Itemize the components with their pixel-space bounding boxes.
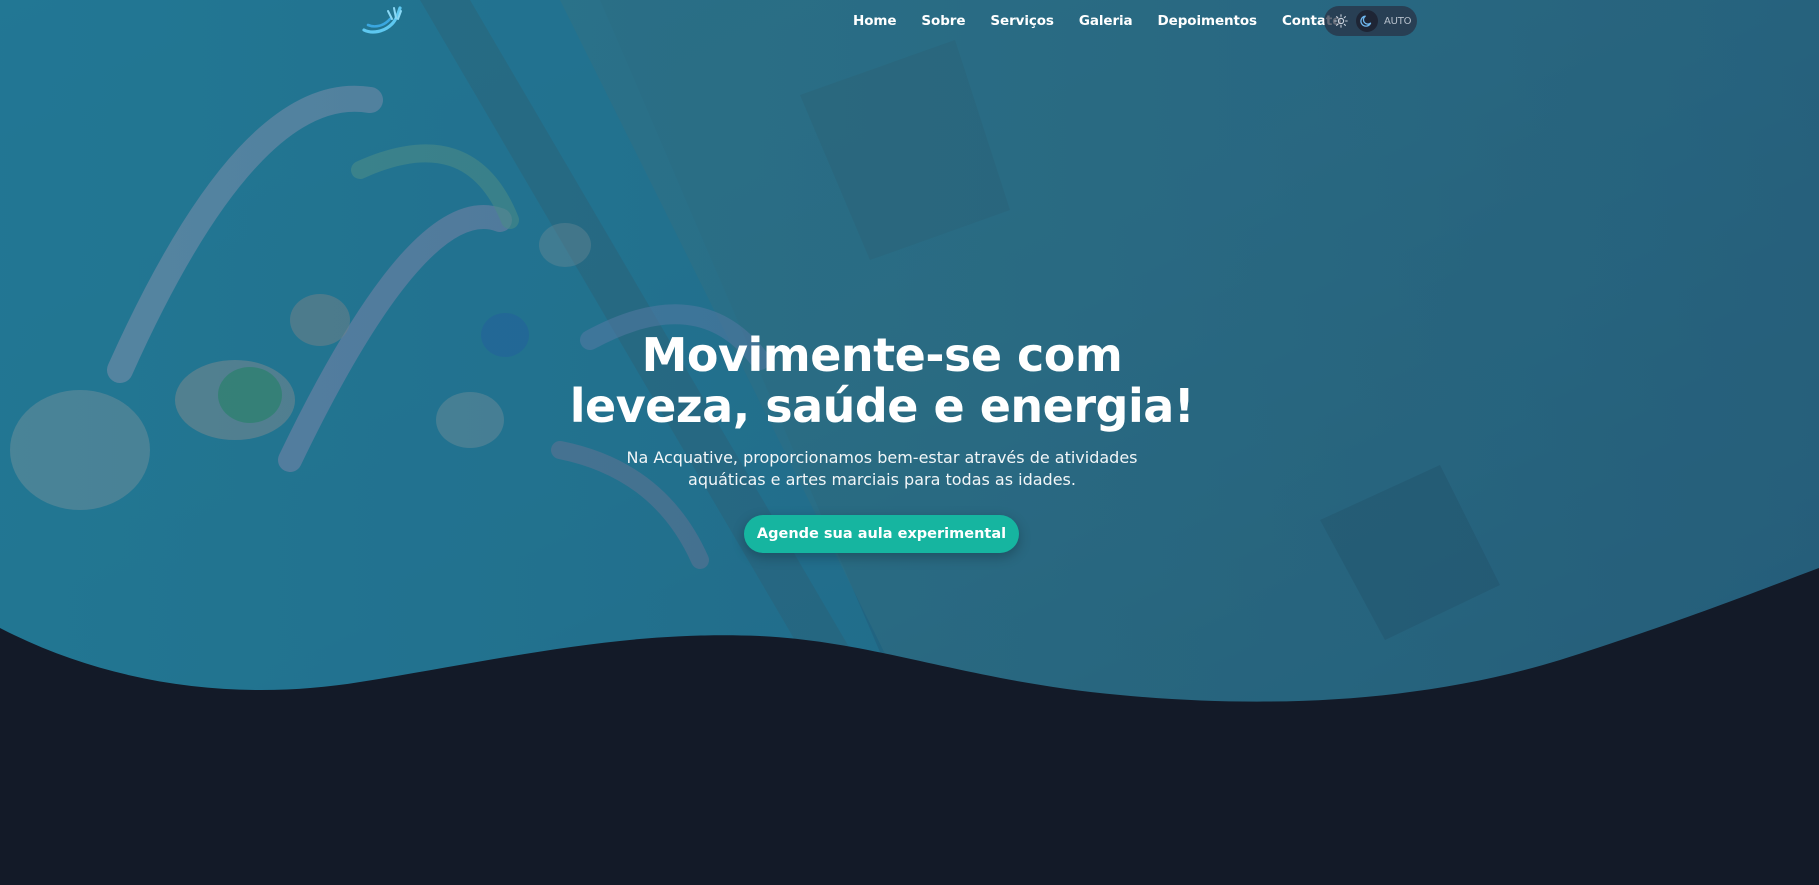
hero-subtitle-line1: Na Acquative, proporcionamos bem-estar a… [626, 448, 1138, 467]
hero-subtitle: Na Acquative, proporcionamos bem-estar a… [592, 447, 1172, 491]
schedule-trial-class-button[interactable]: Agende sua aula experimental [744, 515, 1019, 553]
main-navigation: Home Sobre Serviços Galeria Depoimentos … [853, 10, 1341, 32]
theme-toggle: AUTO [1324, 6, 1417, 36]
nav-link-home[interactable]: Home [853, 13, 897, 29]
hero-headline: Movimente-se com leveza, saúde e energia… [0, 330, 1764, 432]
hero-headline-line1: Movimente-se com [641, 328, 1123, 382]
theme-auto-label[interactable]: AUTO [1384, 16, 1412, 27]
wave-splash-icon[interactable] [358, 4, 406, 38]
nav-link-sobre[interactable]: Sobre [921, 13, 965, 29]
hero-section: Home Sobre Serviços Galeria Depoimentos … [0, 0, 1819, 885]
nav-link-depoimentos[interactable]: Depoimentos [1158, 13, 1258, 29]
moon-icon [1360, 15, 1372, 27]
nav-link-galeria[interactable]: Galeria [1079, 13, 1133, 29]
nav-link-servicos[interactable]: Serviços [990, 13, 1054, 29]
sun-icon [1334, 14, 1348, 28]
theme-dark-button[interactable] [1356, 10, 1378, 32]
hero-subtitle-line2: aquáticas e artes marciais para todas as… [688, 470, 1076, 489]
hero-wave-divider [0, 568, 1819, 885]
theme-light-button[interactable] [1330, 10, 1352, 32]
hero-headline-line2: leveza, saúde e energia! [569, 379, 1195, 433]
